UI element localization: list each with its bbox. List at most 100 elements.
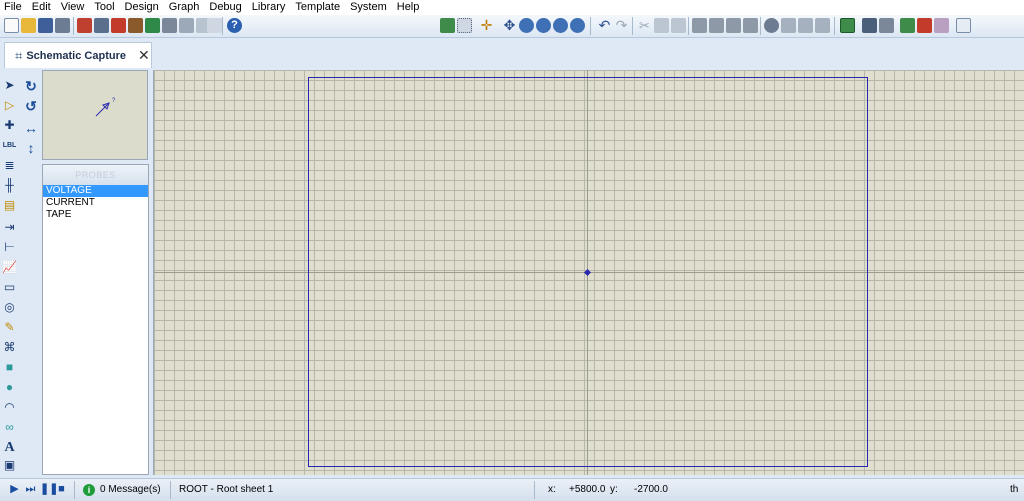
home-icon[interactable] [77, 18, 92, 33]
component-mode-icon[interactable]: ▷ [2, 98, 17, 113]
play-icon[interactable]: ▶ [8, 483, 21, 496]
x-coordinate-value: +5800.0 [569, 484, 606, 495]
probe-item-voltage[interactable]: VOLTAGE [43, 185, 148, 197]
schematic-icon: ⌗ [15, 47, 23, 63]
subcircuit-icon[interactable]: ▤ [2, 198, 17, 213]
bill-of-materials-icon[interactable] [179, 18, 194, 33]
message-count[interactable]: 0 Message(s) [100, 479, 161, 501]
schematic-icon[interactable] [94, 18, 109, 33]
gerber-icon[interactable] [128, 18, 143, 33]
schematic-canvas[interactable] [153, 70, 1024, 475]
path-2d-icon[interactable]: ∞ [2, 420, 17, 435]
menu-help[interactable]: Help [393, 0, 426, 15]
menu-file[interactable]: File [0, 0, 28, 15]
import-icon[interactable] [55, 18, 70, 33]
property-assignment-icon[interactable] [879, 18, 894, 33]
probe-mode-icon[interactable]: ✎ [2, 320, 17, 335]
exit-to-parent-icon[interactable] [934, 18, 949, 33]
electrical-rule-check-icon[interactable] [956, 18, 971, 33]
status-bar: ▶ ⏭ ❚❚ ■ i 0 Message(s) ROOT - Root shee… [0, 478, 1024, 501]
menu-system[interactable]: System [346, 0, 393, 15]
refresh-icon[interactable] [440, 18, 455, 33]
design-explorer-icon[interactable] [145, 18, 160, 33]
toolbar-separator [688, 17, 689, 35]
mirror-vertical-icon[interactable]: ↕ [23, 140, 39, 156]
status-divider [74, 481, 75, 499]
x-coordinate-label: x: [548, 484, 556, 495]
block-rotate-icon[interactable] [726, 18, 741, 33]
block-delete-icon[interactable] [743, 18, 758, 33]
tab-schematic-capture[interactable]: ⌗ Schematic Capture ✕ [4, 42, 152, 68]
pcb-icon[interactable] [111, 18, 126, 33]
origin-icon[interactable]: ✛ [479, 18, 494, 33]
help-icon[interactable]: ? [227, 18, 242, 33]
remove-sheet-icon[interactable] [917, 18, 932, 33]
grid-toggle-icon[interactable] [457, 18, 472, 33]
junction-dot-icon[interactable]: ✚ [2, 118, 17, 133]
paste-icon[interactable] [671, 18, 686, 33]
menu-template[interactable]: Template [291, 0, 346, 15]
menu-edit[interactable]: Edit [28, 0, 57, 15]
packaging-tool-icon[interactable] [798, 18, 813, 33]
virtual-instruments-icon[interactable]: ⌘ [2, 340, 17, 355]
buses-icon[interactable]: ╫ [2, 178, 17, 193]
text-2d-icon[interactable]: A [2, 440, 17, 455]
block-move-icon[interactable] [709, 18, 724, 33]
wire-label-icon[interactable]: LBL [2, 138, 17, 153]
mirror-horizontal-icon[interactable]: ↔ [23, 120, 39, 136]
menu-debug[interactable]: Debug [205, 0, 247, 15]
block-copy-icon[interactable] [692, 18, 707, 33]
stop-icon[interactable]: ■ [55, 483, 68, 496]
new-file-icon[interactable] [4, 18, 19, 33]
sheet-indicator: ROOT - Root sheet 1 [179, 484, 274, 495]
probe-item-current[interactable]: CURRENT [43, 197, 148, 209]
menu-library[interactable]: Library [248, 0, 292, 15]
zoom-out-icon[interactable] [536, 18, 551, 33]
generator-icon[interactable]: ◎ [2, 300, 17, 315]
save-icon[interactable] [38, 18, 53, 33]
terminals-icon[interactable]: ⇥ [2, 220, 17, 235]
circle-2d-icon[interactable]: ● [2, 380, 17, 395]
box-2d-icon[interactable]: ■ [2, 360, 17, 375]
zoom-area-icon[interactable] [570, 18, 585, 33]
menu-view[interactable]: View [57, 0, 91, 15]
svg-text:?: ? [112, 98, 116, 104]
decompose-icon[interactable] [815, 18, 830, 33]
menu-design[interactable]: Design [121, 0, 165, 15]
graph-mode-icon[interactable]: 📈 [2, 260, 17, 275]
close-icon[interactable]: ✕ [138, 47, 150, 64]
copy-icon[interactable] [654, 18, 669, 33]
symbols-2d-icon[interactable]: ▣ [2, 458, 17, 473]
3d-viewer-icon[interactable] [162, 18, 177, 33]
toolbar-separator [590, 17, 591, 35]
device-pins-icon[interactable]: ⊢ [2, 240, 17, 255]
undo-icon[interactable]: ↶ [597, 18, 612, 33]
pan-icon[interactable]: ✥ [502, 18, 517, 33]
overview-preview[interactable]: ? [42, 70, 148, 160]
cut-icon[interactable]: ✂ [637, 18, 652, 33]
selection-mode-icon[interactable]: ➤ [2, 78, 17, 93]
wire-autorouter-icon[interactable] [840, 18, 855, 33]
redo-icon[interactable]: ↷ [614, 18, 629, 33]
zoom-all-icon[interactable] [553, 18, 568, 33]
units-indicator[interactable]: th [1010, 479, 1018, 501]
rotate-anticlockwise-icon[interactable]: ↺ [23, 98, 39, 114]
menu-graph[interactable]: Graph [165, 0, 206, 15]
make-device-icon[interactable] [781, 18, 796, 33]
new-sheet-icon[interactable] [900, 18, 915, 33]
zoom-in-icon[interactable] [519, 18, 534, 33]
probes-panel: PROBES VOLTAGE CURRENT TAPE [42, 164, 149, 475]
probe-item-tape[interactable]: TAPE [43, 209, 148, 221]
tape-recorder-icon[interactable]: ▭ [2, 280, 17, 295]
rotate-clockwise-icon[interactable]: ↻ [23, 78, 39, 94]
text-script-icon[interactable]: ≣ [2, 158, 17, 173]
document-icon[interactable] [207, 18, 222, 33]
pause-icon[interactable]: ❚❚ [40, 483, 58, 496]
menu-tool[interactable]: Tool [90, 0, 120, 15]
toolbar-separator [632, 17, 633, 35]
arc-2d-icon[interactable]: ◠ [2, 400, 17, 415]
search-tag-icon[interactable] [862, 18, 877, 33]
open-folder-icon[interactable] [21, 18, 36, 33]
pick-device-icon[interactable] [764, 18, 779, 33]
step-icon[interactable]: ⏭ [24, 483, 37, 496]
